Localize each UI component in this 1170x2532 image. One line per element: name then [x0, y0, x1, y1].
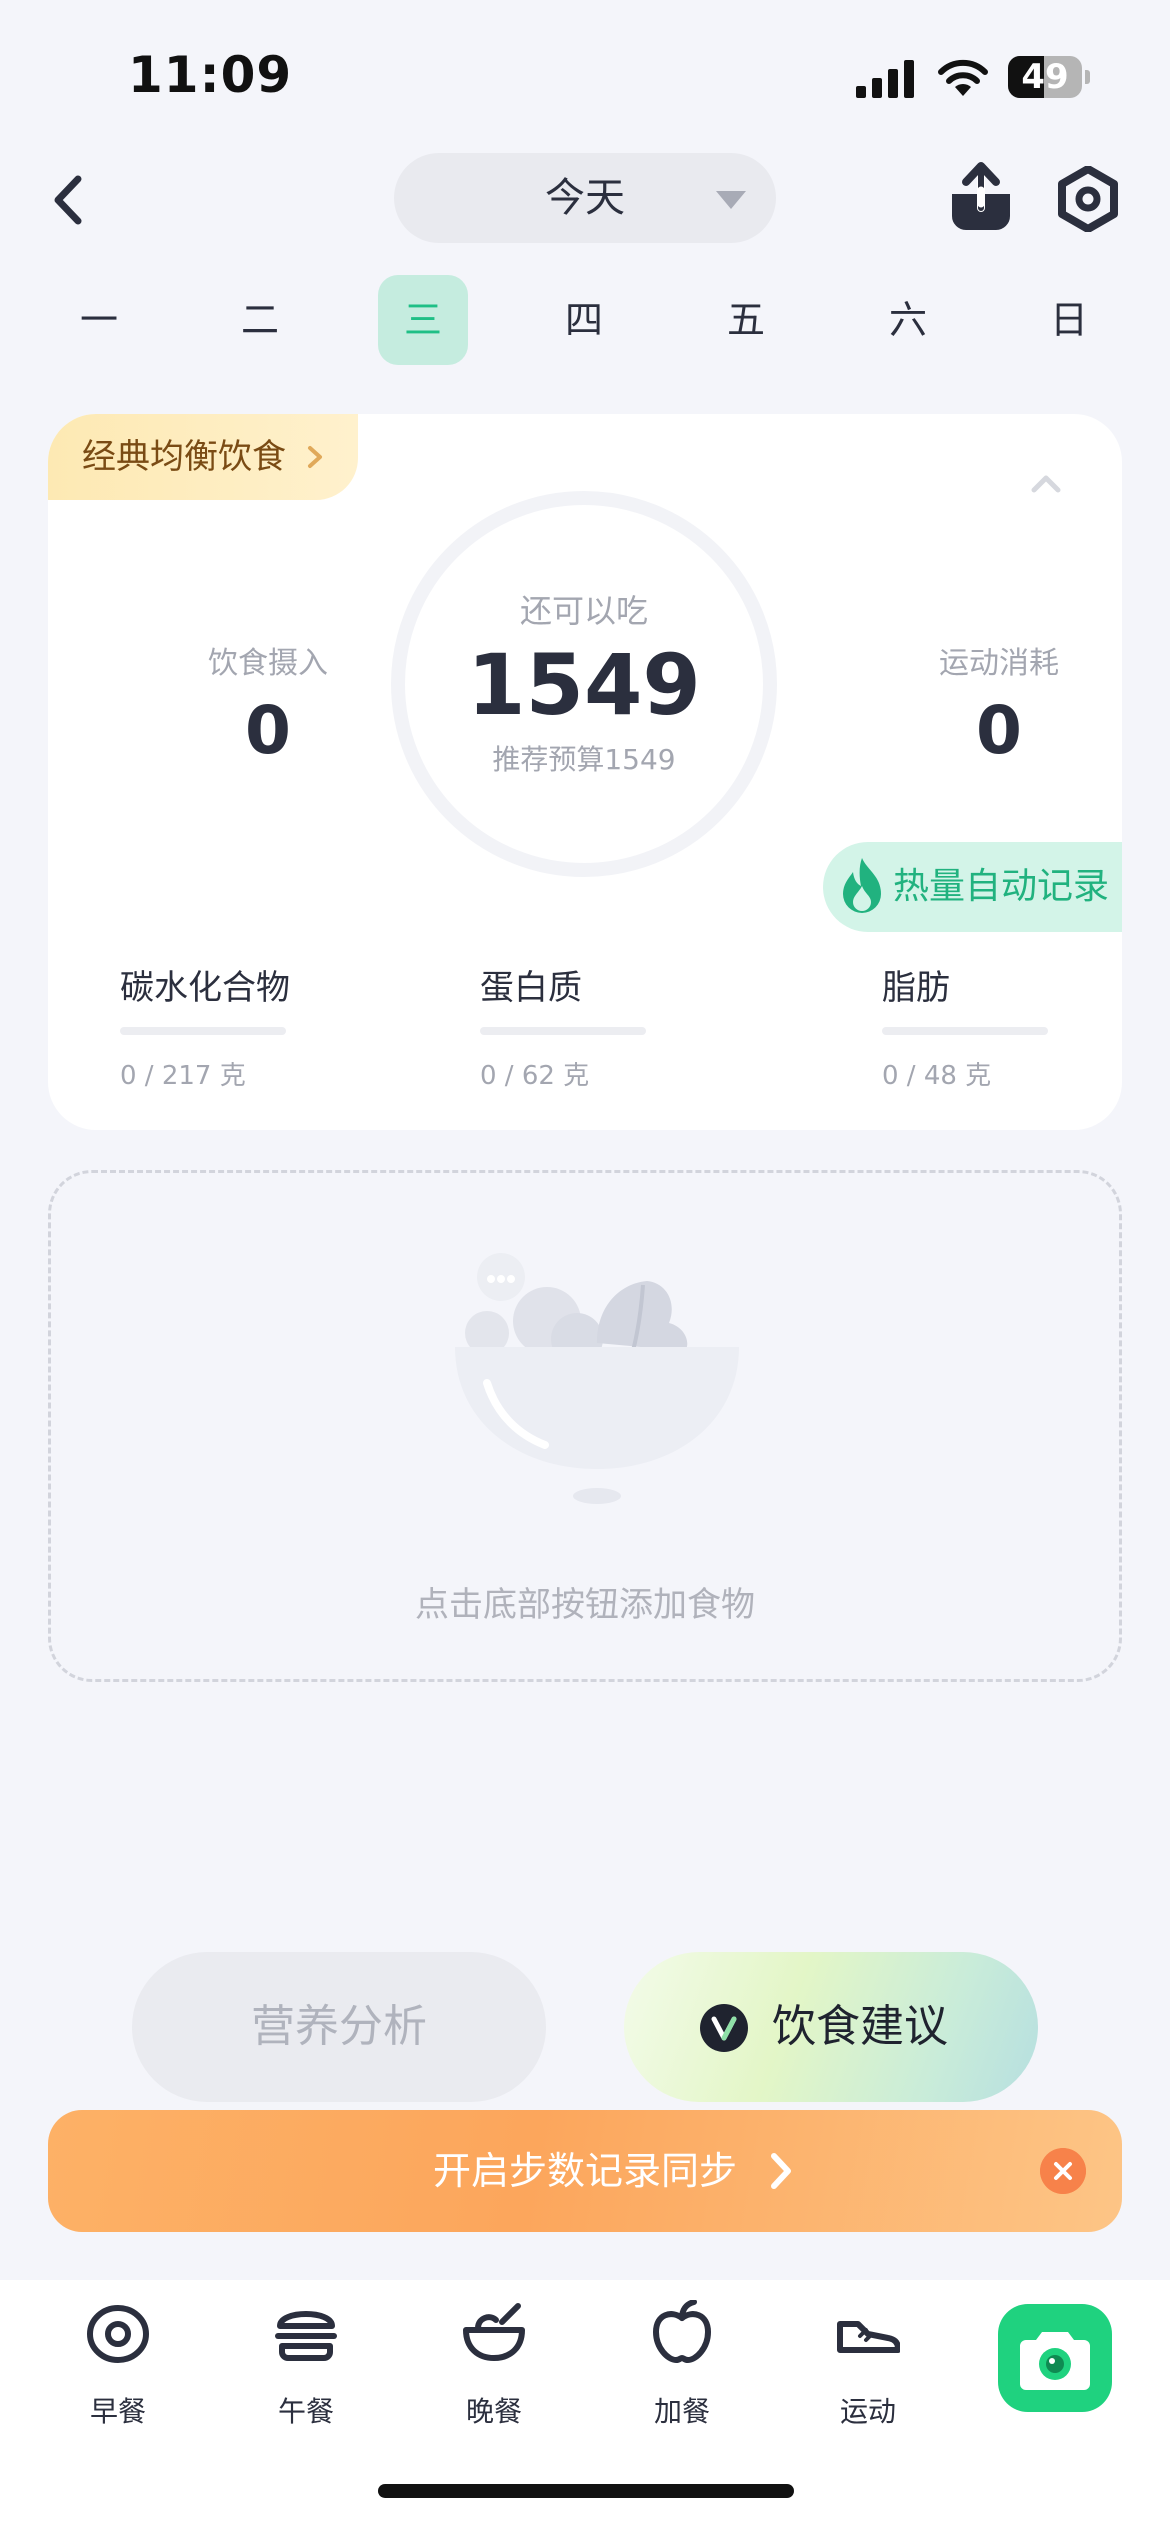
- diet-advice-label: 饮食建议: [772, 2001, 948, 2052]
- battery-percent: 49: [1021, 57, 1069, 97]
- v-logo-icon: [700, 2004, 748, 2052]
- home-indicator: [378, 2484, 794, 2498]
- weekday-wed[interactable]: 三: [378, 275, 468, 365]
- apple-icon: [653, 2300, 711, 2363]
- macro-carbs: 碳水化合物 0 / 217 克: [120, 960, 390, 1092]
- weekday-selector: 一 二 三 四 五 六 日: [0, 275, 1170, 365]
- step-sync-banner[interactable]: 开启步数记录同步: [48, 2110, 1122, 2232]
- tab-dinner[interactable]: 晚餐: [424, 2300, 564, 2450]
- macro-fat: 脂肪 0 / 48 克: [882, 960, 1122, 1092]
- date-selector[interactable]: 今天: [394, 153, 776, 243]
- weekday-sat[interactable]: 六: [863, 275, 953, 365]
- macro-amount: 0 / 217 克: [120, 1061, 246, 1091]
- tab-dinner-label: 晚餐: [465, 2395, 522, 2428]
- burger-icon: [275, 2311, 337, 2361]
- flame-icon: [843, 858, 881, 913]
- tab-snack-label: 加餐: [653, 2395, 710, 2428]
- empty-state-text: 点击底部按钮添加食物: [415, 1585, 755, 1625]
- tab-exercise-label: 运动: [839, 2395, 896, 2428]
- step-sync-label: 开启步数记录同步: [432, 2149, 737, 2193]
- weekday-fri[interactable]: 五: [701, 275, 791, 365]
- exercise-caption: 运动消耗: [939, 646, 1059, 681]
- intake-caption: 饮食摄入: [208, 646, 328, 681]
- weekday-tue[interactable]: 二: [215, 275, 305, 365]
- settings-icon[interactable]: [1055, 166, 1121, 232]
- intake-stat: 饮食摄入 0: [148, 638, 388, 769]
- battery-indicator: 49: [1008, 56, 1090, 98]
- macro-protein: 蛋白质 0 / 62 克: [480, 960, 750, 1092]
- macro-progress-bar: [120, 1027, 286, 1035]
- chevron-right-icon: [771, 2153, 791, 2189]
- intake-value: 0: [245, 692, 291, 769]
- diet-advice-button[interactable]: 饮食建议: [624, 1952, 1038, 2102]
- nutrition-analysis-button[interactable]: 营养分析: [132, 1952, 546, 2102]
- tab-snack[interactable]: 加餐: [612, 2300, 752, 2450]
- close-icon[interactable]: [1040, 2148, 1086, 2194]
- weekday-thu[interactable]: 四: [539, 275, 629, 365]
- tab-breakfast[interactable]: 早餐: [48, 2300, 188, 2450]
- status-time: 11:09: [128, 46, 293, 104]
- tab-lunch[interactable]: 午餐: [236, 2300, 376, 2450]
- camera-button[interactable]: [998, 2304, 1112, 2412]
- rice-bowl-icon: [463, 2303, 525, 2361]
- status-bar: 11:09 49: [0, 0, 1170, 150]
- tab-lunch-label: 午餐: [277, 2395, 334, 2428]
- food-empty-state: 点击底部按钮添加食物: [48, 1170, 1122, 1682]
- back-button[interactable]: [40, 165, 100, 235]
- cellular-signal-icon: [856, 60, 914, 98]
- macro-amount: 0 / 48 克: [882, 1061, 992, 1091]
- macro-name: 碳水化合物: [120, 968, 290, 1008]
- nutrition-analysis-label: 营养分析: [251, 2001, 427, 2052]
- wifi-icon: [938, 59, 988, 96]
- macro-name: 脂肪: [882, 968, 950, 1008]
- caret-down-icon: [716, 191, 746, 209]
- diet-plan-label: 经典均衡饮食: [82, 437, 286, 477]
- egg-icon: [87, 2305, 149, 2363]
- camera-icon: [1020, 2332, 1090, 2390]
- food-bowl-illustration: [455, 1253, 739, 1504]
- macro-progress-bar: [480, 1027, 646, 1035]
- weekday-mon[interactable]: 一: [54, 275, 144, 365]
- diet-plan-badge[interactable]: 经典均衡饮食: [48, 414, 358, 500]
- remaining-calories: 1549: [467, 636, 701, 734]
- sneaker-icon: [837, 2321, 900, 2353]
- share-button[interactable]: [946, 160, 1016, 232]
- chevron-right-icon: [308, 446, 322, 468]
- auto-record-label: 热量自动记录: [893, 866, 1110, 907]
- tab-exercise[interactable]: 运动: [798, 2300, 938, 2450]
- exercise-value: 0: [976, 692, 1022, 769]
- weekday-sun[interactable]: 日: [1024, 275, 1114, 365]
- calorie-summary-card: 经典均衡饮食 还可以吃 1549 推荐预算1549 饮食摄入 0 运动消耗 0 …: [48, 414, 1122, 1130]
- exercise-stat: 运动消耗 0: [879, 638, 1119, 769]
- macro-progress-bar: [882, 1027, 1048, 1035]
- macro-name: 蛋白质: [480, 968, 582, 1008]
- auto-record-button[interactable]: 热量自动记录: [823, 842, 1122, 932]
- tab-breakfast-label: 早餐: [89, 2395, 146, 2428]
- remaining-caption: 还可以吃: [519, 592, 648, 630]
- macro-amount: 0 / 62 克: [480, 1061, 590, 1091]
- budget-text: 推荐预算1549: [492, 743, 676, 776]
- chevron-up-icon[interactable]: [1026, 470, 1066, 498]
